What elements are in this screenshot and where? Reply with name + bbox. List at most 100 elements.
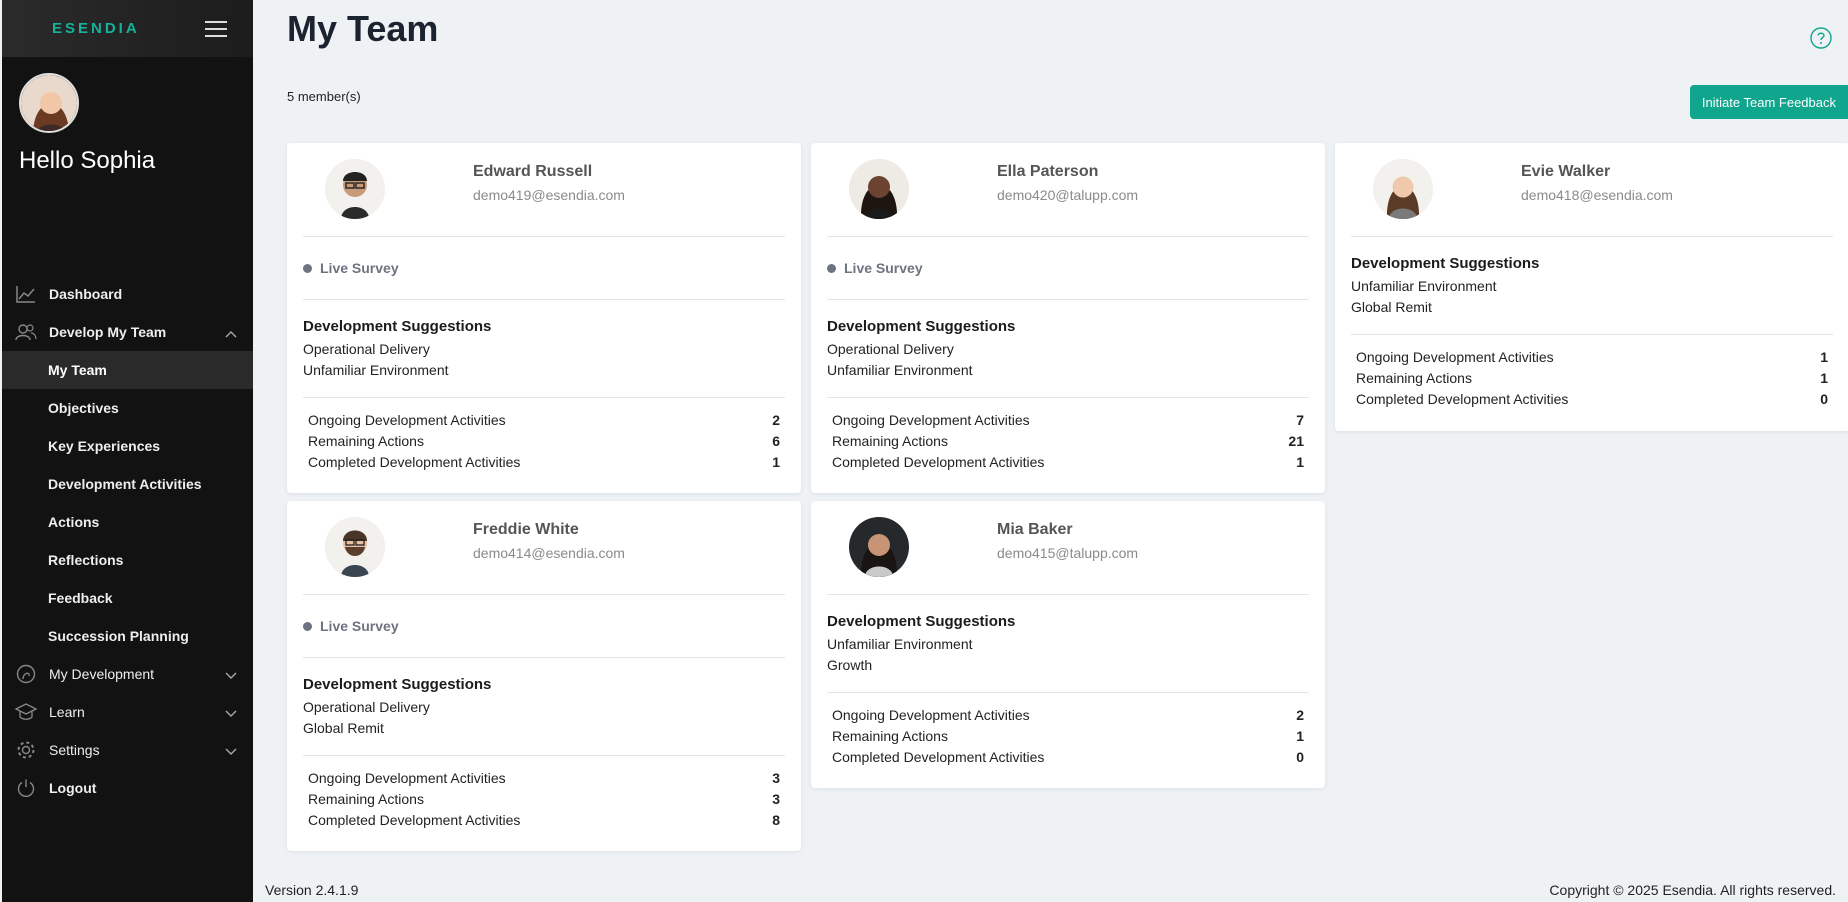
live-survey-badge[interactable]: Live Survey <box>303 595 785 658</box>
member-card[interactable]: Evie Walker demo418@esendia.com Developm… <box>1335 143 1848 431</box>
stat-value: 1 <box>1296 454 1304 470</box>
sidebar-item-learn[interactable]: Learn <box>2 693 253 731</box>
stat-ongoing: Ongoing Development Activities 2 <box>832 705 1304 726</box>
member-name[interactable]: Ella Paterson <box>997 163 1138 181</box>
member-name[interactable]: Mia Baker <box>997 521 1138 539</box>
avatar <box>1373 159 1433 219</box>
suggestion-item: Global Remit <box>1351 299 1432 315</box>
card-header: Freddie White demo414@esendia.com <box>303 501 785 595</box>
sidebar-item-my-development[interactable]: My Development <box>2 655 253 693</box>
suggestion-item: Unfamiliar Environment <box>1351 278 1497 294</box>
suggestion-item: Unfamiliar Environment <box>827 636 973 652</box>
sidebar-item-reflections[interactable]: Reflections <box>2 541 253 579</box>
suggestion-item: Operational Delivery <box>827 341 954 357</box>
initiate-team-feedback-button[interactable]: Initiate Team Feedback <box>1689 85 1848 119</box>
member-name[interactable]: Evie Walker <box>1521 163 1673 181</box>
sidebar-item-succession-planning[interactable]: Succession Planning <box>2 617 253 655</box>
member-card[interactable]: Ella Paterson demo420@talupp.com Live Su… <box>811 143 1325 493</box>
stat-value: 7 <box>1296 412 1304 428</box>
suggestions-title: Development Suggestions <box>827 318 1016 335</box>
stat-label: Completed Development Activities <box>832 454 1045 470</box>
status-dot-icon <box>827 263 836 273</box>
stat-remaining: Remaining Actions 1 <box>1356 368 1828 389</box>
stat-value: 3 <box>772 791 780 807</box>
stat-remaining: Remaining Actions 21 <box>832 431 1304 452</box>
stat-label: Remaining Actions <box>832 728 948 744</box>
sidebar-item-develop-my-team[interactable]: Develop My Team <box>2 313 253 351</box>
suggestions-title: Development Suggestions <box>303 676 492 693</box>
member-stats: Ongoing Development Activities 3 Remainin… <box>303 756 785 845</box>
stat-ongoing: Ongoing Development Activities 2 <box>308 410 780 431</box>
graduation-cap-icon <box>15 701 37 723</box>
chevron-down-icon <box>225 743 237 759</box>
stat-remaining: Remaining Actions 1 <box>832 726 1304 747</box>
stat-value: 8 <box>772 812 780 828</box>
stat-completed: Completed Development Activities 1 <box>308 452 780 473</box>
suggestion-item: Global Remit <box>303 720 384 736</box>
stat-value: 1 <box>1820 370 1828 386</box>
avatar <box>849 159 909 219</box>
stat-completed: Completed Development Activities 0 <box>832 747 1304 768</box>
sidebar-item-key-experiences[interactable]: Key Experiences <box>2 427 253 465</box>
avatar <box>325 159 385 219</box>
development-suggestions: Development Suggestions Operational Deli… <box>827 300 1309 398</box>
app-logo[interactable]: ESENDIA <box>52 20 140 37</box>
stat-value: 3 <box>772 770 780 786</box>
stat-completed: Completed Development Activities 1 <box>832 452 1304 473</box>
stat-value: 1 <box>772 454 780 470</box>
stat-value: 2 <box>772 412 780 428</box>
live-survey-label: Live Survey <box>320 260 399 276</box>
member-email: demo418@esendia.com <box>1521 187 1673 203</box>
stat-label: Ongoing Development Activities <box>308 412 506 428</box>
stat-label: Ongoing Development Activities <box>308 770 506 786</box>
member-name[interactable]: Edward Russell <box>473 163 625 181</box>
sidebar-item-actions[interactable]: Actions <box>2 503 253 541</box>
stat-label: Remaining Actions <box>308 791 424 807</box>
stat-label: Ongoing Development Activities <box>1356 349 1554 365</box>
member-name[interactable]: Freddie White <box>473 521 625 539</box>
suggestion-item: Growth <box>827 657 873 673</box>
app-version: Version 2.4.1.9 <box>265 882 359 898</box>
member-card[interactable]: Freddie White demo414@esendia.com Live S… <box>287 501 801 851</box>
sidebar-item-dashboard[interactable]: Dashboard <box>2 275 253 313</box>
sidebar-item-objectives[interactable]: Objectives <box>2 389 253 427</box>
sidebar-item-label: Develop My Team <box>49 324 167 340</box>
chart-icon <box>15 283 37 305</box>
avatar <box>19 73 79 133</box>
help-icon[interactable] <box>1810 27 1832 49</box>
stat-label: Completed Development Activities <box>308 454 521 470</box>
member-stats: Ongoing Development Activities 7 Remainin… <box>827 398 1309 487</box>
status-dot-icon <box>303 263 312 273</box>
member-email: demo414@esendia.com <box>473 545 625 561</box>
stat-completed: Completed Development Activities 0 <box>1356 389 1828 410</box>
card-header: Evie Walker demo418@esendia.com <box>1351 143 1833 237</box>
member-card[interactable]: Edward Russell demo419@esendia.com Live … <box>287 143 801 493</box>
stat-ongoing: Ongoing Development Activities 1 <box>1356 347 1828 368</box>
stat-label: Ongoing Development Activities <box>832 412 1030 428</box>
member-card[interactable]: Mia Baker demo415@talupp.com Development… <box>811 501 1325 788</box>
live-survey-badge[interactable]: Live Survey <box>303 237 785 300</box>
sidebar-item-development-activities[interactable]: Development Activities <box>2 465 253 503</box>
development-suggestions: Development Suggestions Operational Deli… <box>303 300 785 398</box>
sidebar-header: ESENDIA <box>2 0 253 57</box>
member-stats: Ongoing Development Activities 2 Remainin… <box>303 398 785 487</box>
sidebar-item-settings[interactable]: Settings <box>2 731 253 769</box>
stat-ongoing: Ongoing Development Activities 3 <box>308 768 780 789</box>
sidebar-nav: Dashboard Develop My Team My Team Object… <box>2 275 253 807</box>
member-stats: Ongoing Development Activities 2 Remainin… <box>827 693 1309 782</box>
development-suggestions: Development Suggestions Operational Deli… <box>303 658 785 756</box>
live-survey-badge[interactable]: Live Survey <box>827 237 1309 300</box>
stat-ongoing: Ongoing Development Activities 7 <box>832 410 1304 431</box>
page-title: My Team <box>287 8 439 49</box>
menu-toggle-icon[interactable] <box>205 20 227 37</box>
sidebar-item-label: Settings <box>49 742 100 758</box>
power-icon <box>15 777 37 799</box>
sidebar-item-feedback[interactable]: Feedback <box>2 579 253 617</box>
stat-label: Completed Development Activities <box>832 749 1045 765</box>
card-header: Ella Paterson demo420@talupp.com <box>827 143 1309 237</box>
sidebar-item-label: Dashboard <box>49 286 123 302</box>
development-suggestions: Development Suggestions Unfamiliar Envir… <box>827 595 1309 693</box>
sidebar: ESENDIA Hello Sophia Dashboard Develop M… <box>2 0 253 902</box>
sidebar-item-logout[interactable]: Logout <box>2 769 253 807</box>
sidebar-item-my-team[interactable]: My Team <box>2 351 253 389</box>
